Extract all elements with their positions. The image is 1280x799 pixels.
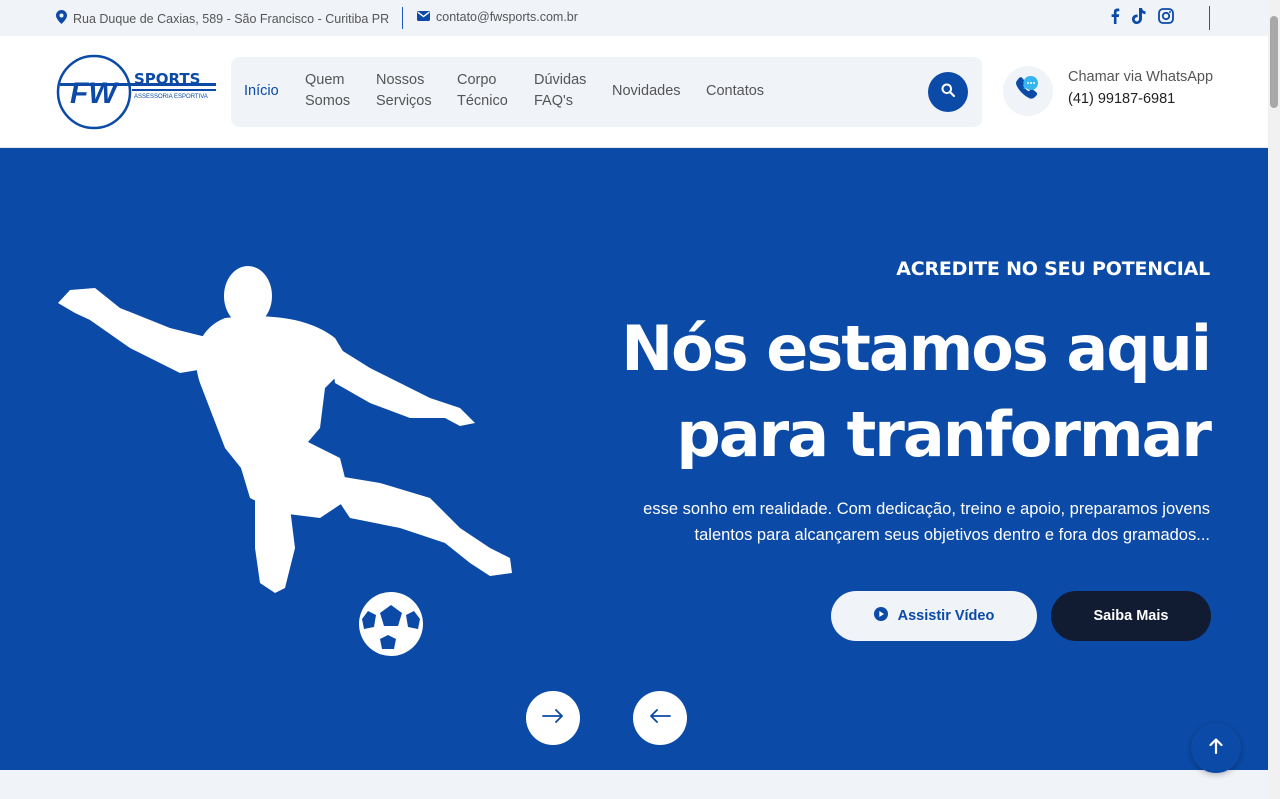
watch-video-label: Assistir Vídeo: [897, 608, 995, 624]
nav-item-nossos-servicos[interactable]: Nossos Serviços: [376, 70, 432, 112]
hero-headline: Nós estamos aqui para tranformar: [510, 306, 1212, 478]
slider-next-button[interactable]: [526, 691, 580, 745]
logo[interactable]: FW SPORTS ASSESSORIA ESPORTIVA: [56, 53, 220, 131]
back-to-top-button[interactable]: [1191, 723, 1241, 773]
arrow-up-icon: [1209, 737, 1223, 759]
play-circle-icon: [873, 607, 888, 625]
football-player-illustration: [50, 258, 530, 658]
nav-item-inicio[interactable]: Início: [244, 81, 279, 102]
email[interactable]: contato@fwsports.com.br: [417, 10, 578, 24]
hero-description: esse sonho em realidade. Com dedicação, …: [570, 496, 1210, 548]
nav-item-duvidas-faq[interactable]: Dúvidas FAQ's: [534, 70, 586, 112]
address-text: Rua Duque de Caxias, 589 - São Francisco…: [73, 11, 390, 26]
envelope-icon: [417, 10, 430, 24]
top-bar: Rua Duque de Caxias, 589 - São Francisco…: [0, 0, 1268, 36]
page-scrollbar[interactable]: [1268, 0, 1280, 799]
social-links: [1110, 8, 1174, 29]
whatsapp-label[interactable]: Chamar via WhatsApp: [1068, 69, 1213, 85]
next-section: [0, 770, 1268, 799]
svg-text:ASSESSORIA ESPORTIVA: ASSESSORIA ESPORTIVA: [134, 94, 208, 100]
phone-chat-icon: [1013, 74, 1043, 109]
nav-item-novidades[interactable]: Novidades: [612, 81, 681, 102]
divider: [1209, 6, 1210, 30]
nav-item-quem-somos[interactable]: Quem Somos: [305, 70, 350, 112]
email-text[interactable]: contato@fwsports.com.br: [436, 10, 578, 24]
location-pin-icon: [56, 10, 67, 27]
tiktok-icon[interactable]: [1132, 8, 1146, 29]
slider-prev-button[interactable]: [633, 691, 687, 745]
instagram-icon[interactable]: [1158, 8, 1174, 29]
hero-description-line: esse sonho em realidade. Com dedicação, …: [643, 500, 1210, 518]
nav-item-corpo-tecnico[interactable]: Corpo Técnico: [457, 70, 508, 112]
hero-headline-line: Nós estamos aqui: [621, 312, 1212, 385]
address: Rua Duque de Caxias, 589 - São Francisco…: [56, 10, 389, 27]
hero-kicker: ACREDITE NO SEU POTENCIAL: [896, 258, 1210, 280]
arrow-right-icon: [542, 708, 564, 728]
divider: [402, 7, 403, 29]
hero-headline-line: para tranformar: [676, 398, 1212, 471]
scrollbar-thumb[interactable]: [1270, 16, 1278, 108]
search-button[interactable]: [928, 72, 968, 112]
arrow-left-icon: [649, 708, 671, 728]
learn-more-button[interactable]: Saiba Mais: [1051, 591, 1211, 641]
main-nav: Início Quem Somos Nossos Serviços Corpo Téc…: [231, 57, 982, 127]
site-header: FW SPORTS ASSESSORIA ESPORTIVA Início Qu…: [0, 36, 1268, 148]
soccer-ball-icon: [358, 591, 424, 662]
hero-description-line: talentos para alcançarem seus objetivos …: [694, 526, 1210, 544]
whatsapp-phone[interactable]: (41) 99187-6981: [1068, 91, 1175, 107]
facebook-icon[interactable]: [1110, 8, 1120, 29]
hero-slider: ACREDITE NO SEU POTENCIAL Nós estamos aq…: [0, 148, 1268, 770]
search-icon: [941, 83, 956, 102]
whatsapp-button[interactable]: [1003, 66, 1053, 116]
nav-item-contatos[interactable]: Contatos: [706, 81, 764, 102]
svg-text:FW: FW: [70, 77, 119, 110]
watch-video-button[interactable]: Assistir Vídeo: [831, 591, 1037, 641]
svg-text:SPORTS: SPORTS: [134, 70, 200, 88]
